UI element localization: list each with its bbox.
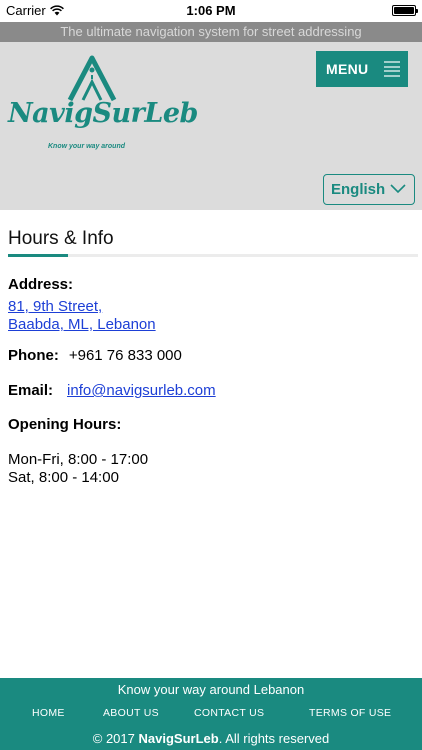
battery-icon [392,5,418,16]
title-divider-accent [8,254,68,257]
status-bar: Carrier 1:06 PM [0,0,422,22]
address-link-line2[interactable]: Baabda, ML, Lebanon [8,316,156,333]
footer-link-contact[interactable]: CONTACT US [194,707,264,719]
language-select[interactable]: English [323,174,415,205]
email-label: Email: [8,382,54,399]
phone-row: Phone: +961 76 833 000 [8,347,182,364]
email-link[interactable]: info@navigsurleb.com [67,382,216,399]
menu-button[interactable]: MENU [316,51,408,87]
copyright-suffix: . All rights reserved [218,731,330,746]
site-footer: Know your way around Lebanon HOME ABOUT … [0,678,422,750]
language-value: English [331,181,386,198]
opening-hours-label: Opening Hours: [8,416,122,433]
page-title: Hours & Info [8,228,114,249]
footer-tagline: Know your way around Lebanon [117,682,305,697]
phone-label: Phone: [8,347,59,364]
footer-link-home[interactable]: HOME [32,707,65,719]
title-divider [8,254,418,257]
copyright-brand: NavigSurLeb [138,731,219,746]
status-time: 1:06 PM [186,3,236,18]
logo-slogan: Know your way around [48,143,126,150]
logo-wordmark: NavigSurLeb [8,98,198,129]
hamburger-icon [384,61,400,77]
footer-link-about[interactable]: ABOUT US [103,707,159,719]
footer-copyright: © 2017 NavigSurLeb. All rights reserved [0,731,422,746]
site-header: NavigSurLeb Know your way around MENU En… [0,42,422,210]
address-label: Address: [8,276,74,293]
hours-weekdays: Mon-Fri, 8:00 - 17:00 [8,451,149,468]
hours-saturday: Sat, 8:00 - 14:00 [8,469,119,486]
address-link-line1[interactable]: 81, 9th Street, [8,298,102,315]
site-tagline: The ultimate navigation system for stree… [0,22,422,42]
footer-link-terms[interactable]: TERMS OF USE [309,707,391,719]
copyright-prefix: © 2017 [92,731,139,746]
menu-label: MENU [326,61,369,77]
chevron-down-icon [390,184,406,194]
email-row: Email: info@navigsurleb.com [8,382,216,399]
phone-value: +961 76 833 000 [68,347,182,364]
